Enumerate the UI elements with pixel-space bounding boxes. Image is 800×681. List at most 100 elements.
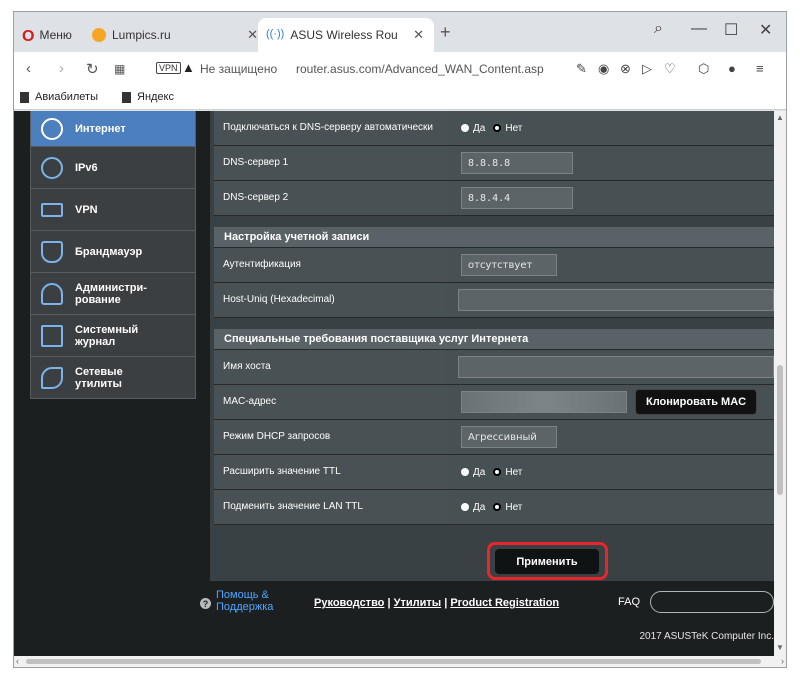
scroll-right-icon[interactable]: › bbox=[781, 656, 784, 666]
scroll-down-icon[interactable]: ▼ bbox=[776, 643, 784, 652]
settings-table: Подключаться к DNS-серверу автоматически… bbox=[214, 111, 774, 525]
back-icon[interactable]: ‹ bbox=[26, 60, 31, 77]
hostname-input[interactable] bbox=[458, 356, 774, 378]
radio-label: Нет bbox=[505, 501, 523, 513]
radio-dot-selected bbox=[493, 468, 502, 476]
footer-links: Руководство | Утилиты | Product Registra… bbox=[314, 597, 559, 609]
spoof-lan-ttl-no-radio[interactable]: Нет bbox=[493, 502, 522, 513]
menu-item-firewall[interactable]: Брандмауэр bbox=[30, 231, 196, 273]
window-close-icon[interactable]: ✕ bbox=[759, 20, 772, 40]
horizontal-scrollbar[interactable]: ‹ › bbox=[14, 656, 786, 667]
help-support-link[interactable]: Помощь & Поддержка bbox=[216, 589, 273, 613]
bookmarks-bar: Авиабилеты Яндекс bbox=[14, 86, 786, 110]
camera-icon[interactable]: ◉ bbox=[598, 61, 609, 77]
close-icon[interactable]: ✕ bbox=[247, 27, 258, 43]
manual-link[interactable]: Руководство bbox=[314, 597, 384, 609]
shield-icon bbox=[41, 240, 63, 263]
dns-auto-label: Подключаться к DNS-серверу автоматически bbox=[214, 111, 449, 145]
dhcp-mode-row: Режим DHCP запросов Агрессивный bbox=[214, 420, 774, 455]
menu-item-system-log[interactable]: Системный журнал bbox=[30, 315, 196, 357]
router-page: Интернет IPv6 VPN Брандмауэр Администри-… bbox=[14, 111, 774, 656]
vertical-scrollbar[interactable]: ▲ ▼ bbox=[774, 111, 786, 656]
minimize-icon[interactable]: — bbox=[691, 20, 707, 38]
menu-item-vpn[interactable]: VPN bbox=[30, 189, 196, 231]
menu-lines-icon[interactable]: ≡ bbox=[756, 61, 764, 76]
reload-icon[interactable]: ↻ bbox=[86, 60, 99, 78]
spoof-lan-ttl-row: Подменить значение LAN TTL Да Нет bbox=[214, 490, 774, 525]
scroll-up-icon[interactable]: ▲ bbox=[776, 113, 784, 122]
forward-icon[interactable]: › bbox=[59, 60, 64, 77]
security-status[interactable]: Не защищено bbox=[200, 62, 277, 76]
clone-mac-button[interactable]: Клонировать MAC bbox=[635, 389, 758, 415]
extend-ttl-label: Расширить значение TTL bbox=[214, 455, 449, 489]
log-edit-icon bbox=[41, 324, 63, 347]
auth-select[interactable]: отсутствует bbox=[461, 254, 557, 276]
tab-asus-router[interactable]: ((·)) ASUS Wireless Router RT-N ✕ bbox=[258, 18, 434, 52]
faq-search-input[interactable] bbox=[650, 591, 774, 613]
speed-dial-icon[interactable]: ▦ bbox=[114, 62, 125, 76]
spoof-lan-ttl-yes-radio[interactable]: Да bbox=[461, 502, 485, 513]
bookmark-aviabilety[interactable]: Авиабилеты bbox=[20, 91, 98, 103]
dns-auto-row: Подключаться к DNS-серверу автоматически… bbox=[214, 111, 774, 146]
new-tab-button[interactable]: + bbox=[440, 22, 451, 43]
bookmark-yandex[interactable]: Яндекс bbox=[122, 91, 174, 103]
scroll-left-icon[interactable]: ‹ bbox=[16, 656, 19, 666]
section-gap bbox=[214, 318, 774, 329]
mac-label: MAC-адрес bbox=[214, 385, 449, 419]
dns1-input[interactable]: 8.8.8.8 bbox=[461, 152, 573, 174]
maximize-icon[interactable]: ☐ bbox=[724, 20, 738, 40]
radio-label: Да bbox=[473, 466, 486, 478]
radio-label: Нет bbox=[505, 466, 523, 478]
scroll-thumb[interactable] bbox=[26, 659, 761, 664]
url-field[interactable]: router.asus.com/Advanced_WAN_Content.asp bbox=[296, 62, 544, 76]
dns-auto-yes-radio[interactable]: Да bbox=[461, 123, 485, 134]
left-menu: Интернет IPv6 VPN Брандмауэр Администри-… bbox=[30, 111, 196, 399]
cube-icon[interactable]: ⬡ bbox=[698, 61, 709, 77]
send-icon[interactable]: ▷ bbox=[642, 61, 652, 77]
menu-item-label: Интернет bbox=[75, 122, 126, 135]
edit-icon[interactable]: ✎ bbox=[576, 61, 587, 77]
host-uniq-row: Host-Uniq (Hexadecimal) bbox=[214, 283, 774, 318]
menu-item-ipv6[interactable]: IPv6 bbox=[30, 147, 196, 189]
vpn-icon bbox=[41, 202, 63, 217]
vpn-badge[interactable]: VPN bbox=[156, 62, 181, 74]
radio-dot bbox=[461, 124, 469, 132]
admin-user-icon bbox=[41, 282, 63, 305]
extend-ttl-yes-radio[interactable]: Да bbox=[461, 467, 485, 478]
tab-title: Lumpics.ru bbox=[112, 28, 171, 42]
menu-item-network-tools[interactable]: Сетевые утилиты bbox=[30, 357, 196, 399]
tab-title: ASUS Wireless Router RT-N bbox=[290, 28, 398, 42]
wan-settings-panel: Подключаться к DNS-серверу автоматически… bbox=[210, 111, 774, 581]
search-icon[interactable]: ⌕ bbox=[654, 20, 663, 38]
dhcp-mode-select[interactable]: Агрессивный bbox=[461, 426, 557, 448]
product-registration-link[interactable]: Product Registration bbox=[450, 597, 559, 609]
adblock-icon[interactable]: ⊗ bbox=[620, 61, 631, 77]
mac-row: MAC-адрес Клонировать MAC bbox=[214, 385, 774, 420]
extend-ttl-row: Расширить значение TTL Да Нет bbox=[214, 455, 774, 490]
opera-menu-button[interactable]: O Меню bbox=[22, 18, 94, 52]
close-icon[interactable]: ✕ bbox=[413, 27, 424, 43]
dns-auto-no-radio[interactable]: Нет bbox=[493, 123, 522, 134]
asus-wireless-favicon-icon: ((·)) bbox=[266, 28, 285, 40]
apply-button[interactable]: Применить bbox=[495, 549, 599, 574]
host-uniq-input[interactable] bbox=[458, 289, 774, 311]
radio-dot bbox=[461, 503, 469, 511]
extend-ttl-no-radio[interactable]: Нет bbox=[493, 467, 522, 478]
help-icon[interactable]: ? bbox=[200, 598, 211, 609]
dns2-input[interactable]: 8.8.4.4 bbox=[461, 187, 573, 209]
menu-item-internet[interactable]: Интернет bbox=[30, 111, 196, 147]
menu-item-label: Сетевые утилиты bbox=[75, 365, 123, 390]
utilities-link[interactable]: Утилиты bbox=[394, 597, 442, 609]
radio-label: Да bbox=[473, 122, 486, 134]
apply-highlight: Применить bbox=[487, 542, 608, 580]
account-section-heading: Настройка учетной записи bbox=[214, 227, 774, 248]
page-footer: ? Помощь & Поддержка Руководство | Утили… bbox=[14, 581, 774, 656]
spoof-lan-ttl-label: Подменить значение LAN TTL bbox=[214, 490, 449, 524]
mac-input[interactable] bbox=[461, 391, 627, 413]
auth-row: Аутентификация отсутствует bbox=[214, 248, 774, 283]
heart-icon[interactable]: ♡ bbox=[664, 61, 676, 77]
scroll-thumb[interactable] bbox=[777, 365, 783, 495]
tab-lumpics[interactable]: Lumpics.ru ✕ bbox=[92, 18, 268, 52]
avatar[interactable]: ● bbox=[728, 61, 736, 76]
menu-item-administration[interactable]: Администри- рование bbox=[30, 273, 196, 315]
